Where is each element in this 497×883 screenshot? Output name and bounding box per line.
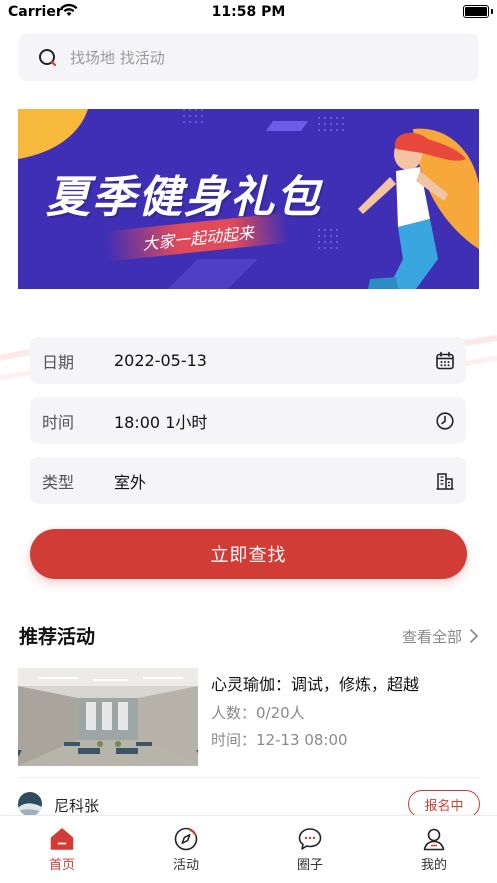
time-value: 18:00 1小时 bbox=[114, 412, 208, 432]
tab-home[interactable]: 首页 bbox=[22, 826, 102, 878]
date-value: 2022-05-13 bbox=[114, 351, 207, 370]
compass-icon bbox=[174, 827, 198, 851]
recommend-header: 推荐活动 查看全部 bbox=[19, 622, 480, 652]
tab-profile[interactable]: 我的 bbox=[394, 826, 474, 878]
type-label: 类型 bbox=[42, 472, 75, 492]
date-field[interactable]: 日期 2022-05-13 bbox=[30, 337, 466, 384]
status-badge[interactable]: 报名中 bbox=[408, 790, 480, 818]
clock-icon bbox=[436, 411, 454, 430]
battery-icon bbox=[463, 5, 489, 18]
activity-name: 心灵瑜伽：调试，修炼，超越 bbox=[211, 675, 420, 694]
search-placeholder: 找场地 找活动 bbox=[70, 49, 165, 67]
status-bar: Carrier 11:58 PM bbox=[0, 0, 497, 26]
divider bbox=[18, 777, 480, 778]
tab-circles[interactable]: 圈子 bbox=[270, 826, 350, 878]
battery-tip bbox=[491, 9, 493, 14]
tab-circles-label: 圈子 bbox=[296, 858, 323, 873]
tab-bar: 首页 活动 圈子 我的 bbox=[0, 815, 497, 883]
activity-card[interactable]: 心灵瑜伽：调试，修炼，超越 人数：0/20人 时间：12-13 08:00 bbox=[18, 668, 480, 768]
host-name: 尼科张 bbox=[54, 797, 100, 815]
time-field[interactable]: 时间 18:00 1小时 bbox=[30, 397, 466, 444]
type-value: 室外 bbox=[114, 472, 147, 492]
tab-profile-label: 我的 bbox=[420, 858, 447, 873]
activity-time: 时间：12-13 08:00 bbox=[211, 731, 348, 749]
search-icon bbox=[39, 48, 57, 66]
chevron-right-icon[interactable] bbox=[468, 628, 480, 644]
chat-bubble-icon bbox=[298, 828, 322, 850]
view-all-link[interactable]: 查看全部 bbox=[402, 626, 462, 647]
avatar[interactable] bbox=[18, 792, 42, 816]
tab-home-label: 首页 bbox=[48, 858, 75, 873]
activity-people: 人数：0/20人 bbox=[211, 704, 305, 722]
search-now-button[interactable]: 立即查找 bbox=[30, 529, 467, 579]
building-icon bbox=[436, 472, 454, 490]
tab-activities[interactable]: 活动 bbox=[146, 826, 226, 878]
date-label: 日期 bbox=[42, 352, 75, 372]
search-input[interactable]: 找场地 找活动 bbox=[19, 34, 478, 81]
time-label: 时间 bbox=[42, 412, 75, 432]
activity-thumbnail bbox=[18, 668, 198, 766]
clock-time: 11:58 PM bbox=[211, 4, 286, 20]
recommend-title: 推荐活动 bbox=[19, 626, 96, 648]
promo-banner[interactable]: 夏季健身礼包 大家一起动起来 bbox=[18, 109, 479, 289]
type-field[interactable]: 类型 室外 bbox=[30, 457, 466, 504]
calendar-icon bbox=[436, 351, 454, 369]
tab-activities-label: 活动 bbox=[172, 858, 199, 873]
user-icon bbox=[423, 828, 445, 851]
home-icon bbox=[50, 828, 74, 850]
